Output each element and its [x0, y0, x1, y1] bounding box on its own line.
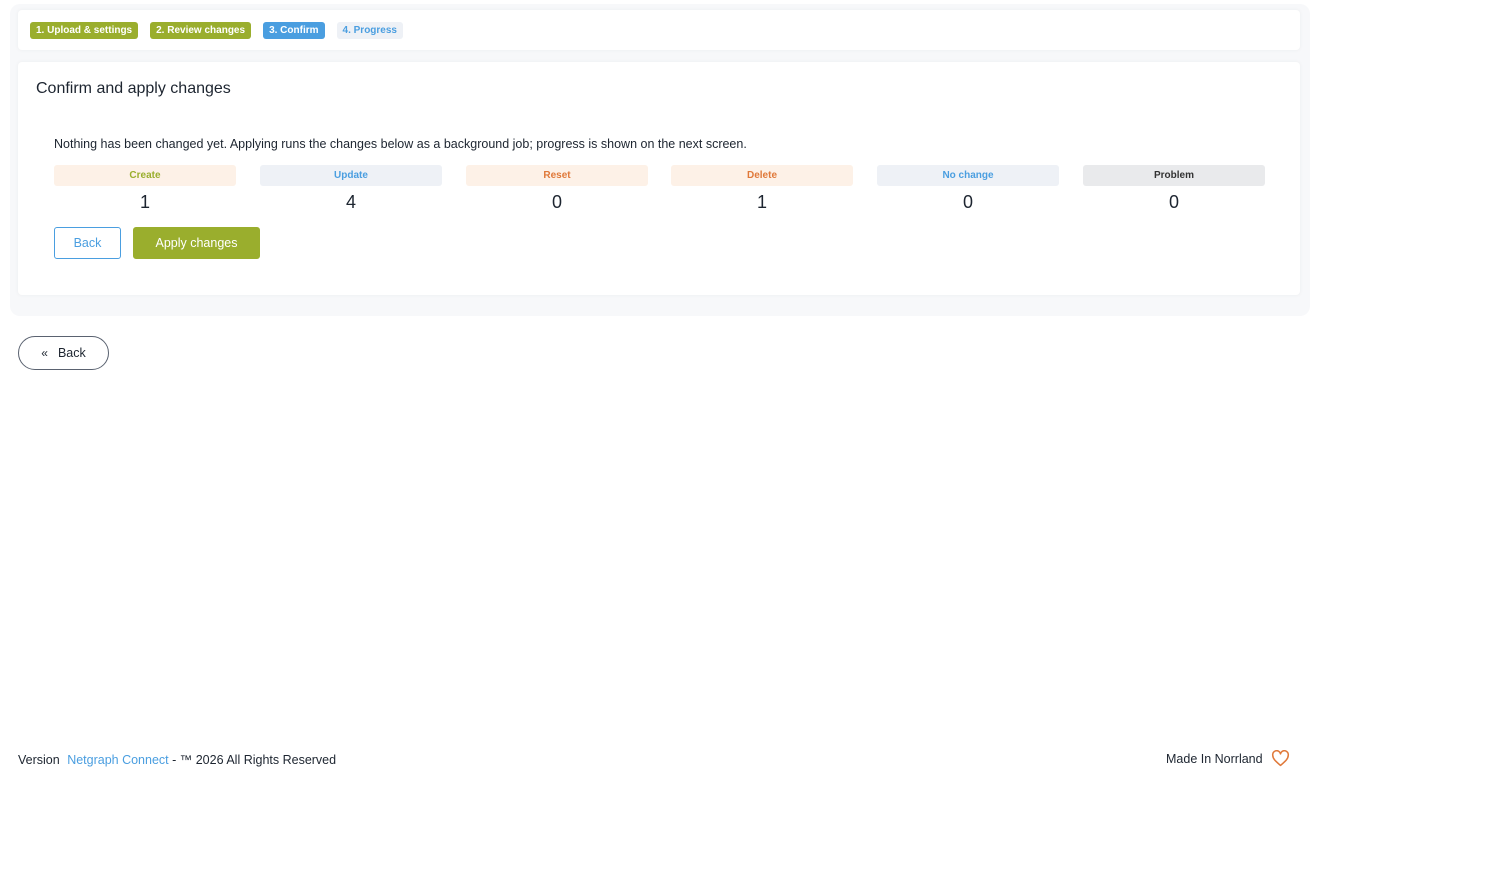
step-review-changes[interactable]: 2. Review changes	[150, 21, 252, 39]
stat-reset: Reset 0	[466, 165, 648, 213]
double-chevron-left-icon: «	[41, 346, 48, 360]
footer-version: Version Netgraph Connect - ™ 2026 All Ri…	[18, 753, 336, 767]
stat-update: Update 4	[260, 165, 442, 213]
stat-label-reset: Reset	[466, 165, 648, 186]
back-button[interactable]: Back	[54, 227, 121, 259]
nav-back-button[interactable]: « Back	[18, 336, 109, 370]
stat-label-update: Update	[260, 165, 442, 186]
nav-back-label: Back	[57, 346, 86, 360]
stat-value-create: 1	[139, 192, 150, 212]
stat-label-create: Create	[54, 165, 236, 186]
step-progress: 4. Progress	[336, 21, 403, 39]
stat-value-problem: 0	[1168, 192, 1179, 212]
stat-create: Create 1	[54, 165, 236, 213]
step-upload-settings[interactable]: 1. Upload & settings	[30, 21, 139, 39]
stat-label-delete: Delete	[671, 165, 853, 186]
stat-label-no-change: No change	[877, 165, 1059, 186]
stat-value-no-change: 0	[962, 192, 973, 212]
stat-value-update: 4	[345, 192, 356, 212]
step-confirm[interactable]: 3. Confirm	[263, 21, 325, 39]
footer-made-in: Made In Norrland	[1166, 750, 1290, 767]
made-in-text: Made In Norrland	[1166, 751, 1263, 766]
stat-delete: Delete 1	[671, 165, 853, 213]
heart-icon	[1271, 750, 1289, 767]
card-title: Confirm and apply changes	[36, 80, 231, 97]
stat-label-problem: Problem	[1083, 165, 1265, 186]
stat-problem: Problem 0	[1083, 165, 1265, 213]
confirm-card: Confirm and apply changes Nothing has be…	[18, 62, 1300, 295]
version-label: Version	[18, 753, 60, 767]
product-link[interactable]: Netgraph Connect	[67, 753, 168, 767]
stat-no-change: No change 0	[877, 165, 1059, 213]
wizard-steps: 1. Upload & settings 2. Review changes 3…	[18, 10, 1300, 50]
rights-text: - ™ 2026 All Rights Reserved	[172, 753, 337, 767]
apply-changes-button[interactable]: Apply changes	[133, 227, 260, 259]
info-text: Nothing has been changed yet. Applying r…	[54, 137, 747, 151]
stat-value-reset: 0	[551, 192, 562, 212]
stat-value-delete: 1	[756, 192, 767, 212]
